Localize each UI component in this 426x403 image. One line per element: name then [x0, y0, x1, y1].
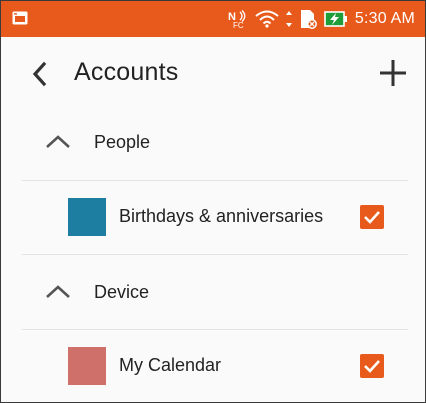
battery-charging-icon: [324, 11, 347, 27]
divider: [22, 254, 408, 255]
account-label: My Calendar: [119, 355, 222, 375]
back-button[interactable]: [29, 59, 53, 89]
nfc-icon: N FC: [228, 10, 246, 29]
status-bar: N FC 5:30 AM: [1, 1, 425, 37]
section-label: Device: [94, 282, 150, 302]
svg-text:FC: FC: [233, 21, 244, 29]
wifi-icon: [255, 10, 279, 28]
section-header-people[interactable]: People: [1, 115, 425, 171]
calendar-color-swatch: [68, 198, 106, 236]
sim-icon: [300, 10, 317, 29]
account-checkbox[interactable]: [360, 354, 384, 378]
account-row-my-calendar[interactable]: My Calendar: [1, 330, 425, 402]
page-title: Accounts: [74, 58, 179, 86]
app-bar: Accounts: [1, 37, 425, 115]
notification-icon: [12, 11, 28, 25]
calendar-color-swatch: [68, 347, 106, 385]
data-arrows-icon: [285, 11, 292, 27]
checkmark-icon: [364, 360, 380, 373]
status-time: 5:30 AM: [354, 10, 415, 27]
add-account-button[interactable]: [377, 57, 409, 89]
chevron-up-icon: [46, 135, 70, 148]
section-label: People: [94, 132, 151, 152]
account-row-birthdays[interactable]: Birthdays & anniversaries: [1, 181, 425, 253]
chevron-up-icon: [46, 285, 70, 298]
checkmark-icon: [364, 211, 380, 224]
account-checkbox[interactable]: [360, 205, 384, 229]
plus-icon: [380, 60, 406, 86]
chevron-left-icon: [32, 61, 47, 87]
section-header-device[interactable]: Device: [1, 265, 425, 321]
account-label: Birthdays & anniversaries: [119, 206, 324, 226]
